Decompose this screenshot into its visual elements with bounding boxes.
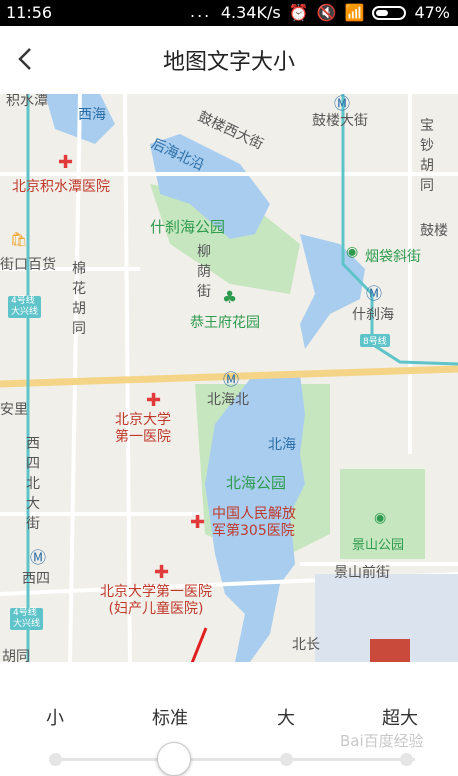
- label-jishuitan: 积水潭: [6, 94, 48, 109]
- network-speed: 4.34K/s: [220, 3, 281, 22]
- label-shichahai: 什刹海: [352, 307, 394, 323]
- option-small[interactable]: 小: [46, 704, 64, 730]
- metro-station-icon: Ⓜ: [30, 548, 47, 567]
- label-yandai: 烟袋斜街: [365, 249, 421, 265]
- hospital-icon: ✚: [154, 562, 170, 583]
- label-pku-fuer: 北京大学第一医院 (妇产儿童医院): [100, 584, 212, 617]
- label-line8: 8号线: [360, 334, 390, 347]
- label-mianhua: 棉花胡同: [72, 261, 86, 337]
- slider-stop-small[interactable]: [49, 753, 62, 766]
- page-title: 地图文字大小: [162, 50, 295, 75]
- label-shichahai-park: 什刹海公园: [150, 218, 226, 236]
- label-jingshan-qian: 景山前街: [334, 565, 390, 581]
- scenic-spot-icon: ◉: [374, 510, 387, 526]
- status-bar: 11:56 ... 4.34K/s ⏰ 🔇 📶 47%: [0, 0, 458, 26]
- status-dots: ...: [190, 2, 212, 21]
- label-xisi: 西四: [22, 571, 50, 587]
- label-beihai-park: 北海公园: [226, 474, 287, 492]
- label-pku-first: 北京大学 第一医院: [115, 412, 171, 445]
- size-slider-track[interactable]: [55, 758, 415, 761]
- label-beihai-lake: 北海: [268, 437, 296, 453]
- label-gulou-edge: 鼓楼: [420, 223, 448, 239]
- option-large[interactable]: 大: [277, 704, 295, 730]
- metro-station-icon: Ⓜ: [334, 94, 351, 113]
- metro-station-icon: Ⓜ: [366, 284, 383, 303]
- size-slider-thumb[interactable]: [157, 742, 191, 776]
- label-jingshan-park: 景山公园: [352, 538, 405, 553]
- status-time: 11:56: [6, 3, 53, 22]
- font-size-selector: 小 标准 大 超大: [0, 662, 458, 776]
- map-preview[interactable]: 积水潭 西海 鼓楼西大街 鼓楼大街 宝钞胡同 后海北沿 北京积水潭医院 什刹海公…: [0, 94, 458, 662]
- label-jiekou: 街口百货: [0, 257, 56, 273]
- alarm-icon: ⏰: [288, 3, 309, 22]
- option-standard[interactable]: 标准: [152, 704, 188, 730]
- wifi-icon: 📶: [344, 3, 365, 22]
- label-jishuitan-hospital: 北京积水潭医院: [12, 179, 110, 195]
- hospital-icon: ✚: [58, 152, 74, 173]
- label-bei-bottom: 北长: [292, 637, 320, 653]
- label-hutong-bottom: 胡同: [2, 649, 30, 662]
- park-tree-icon: ♣: [222, 288, 238, 308]
- shopping-icon: 🛍: [10, 232, 28, 248]
- label-anli: 安里: [0, 402, 28, 418]
- hospital-icon: ✚: [190, 512, 206, 533]
- battery-percent: 47%: [414, 3, 450, 22]
- slider-stop-large[interactable]: [280, 753, 293, 766]
- label-xisi-bei: 西四北大街: [26, 436, 40, 532]
- label-beihaibei: 北海北: [207, 392, 249, 408]
- status-right: 4.34K/s ⏰ 🔇 📶 47%: [221, 3, 450, 22]
- scenic-spot-icon: ◉: [346, 244, 359, 260]
- battery-icon: [372, 5, 407, 20]
- label-gongwang: 恭王府花园: [190, 315, 260, 331]
- label-xihai: 西海: [78, 107, 106, 123]
- option-extra-large[interactable]: 超大: [382, 704, 418, 730]
- metro-station-icon: Ⓜ: [223, 370, 240, 389]
- slider-stop-extra-large[interactable]: [400, 753, 413, 766]
- label-line4-a: 4号线 大兴线: [8, 296, 42, 318]
- app-header: 地图文字大小: [0, 26, 458, 94]
- label-line4-b: 4号线 大兴线: [10, 608, 44, 630]
- label-liuyin: 柳荫街: [197, 244, 211, 300]
- hospital-icon: ✚: [146, 390, 162, 411]
- label-pla305: 中国人民解放 军第305医院: [212, 506, 296, 539]
- mute-icon: 🔇: [316, 3, 337, 22]
- label-baochao: 宝钞胡同: [420, 118, 434, 194]
- watermark: Bai百度经验: [340, 732, 424, 750]
